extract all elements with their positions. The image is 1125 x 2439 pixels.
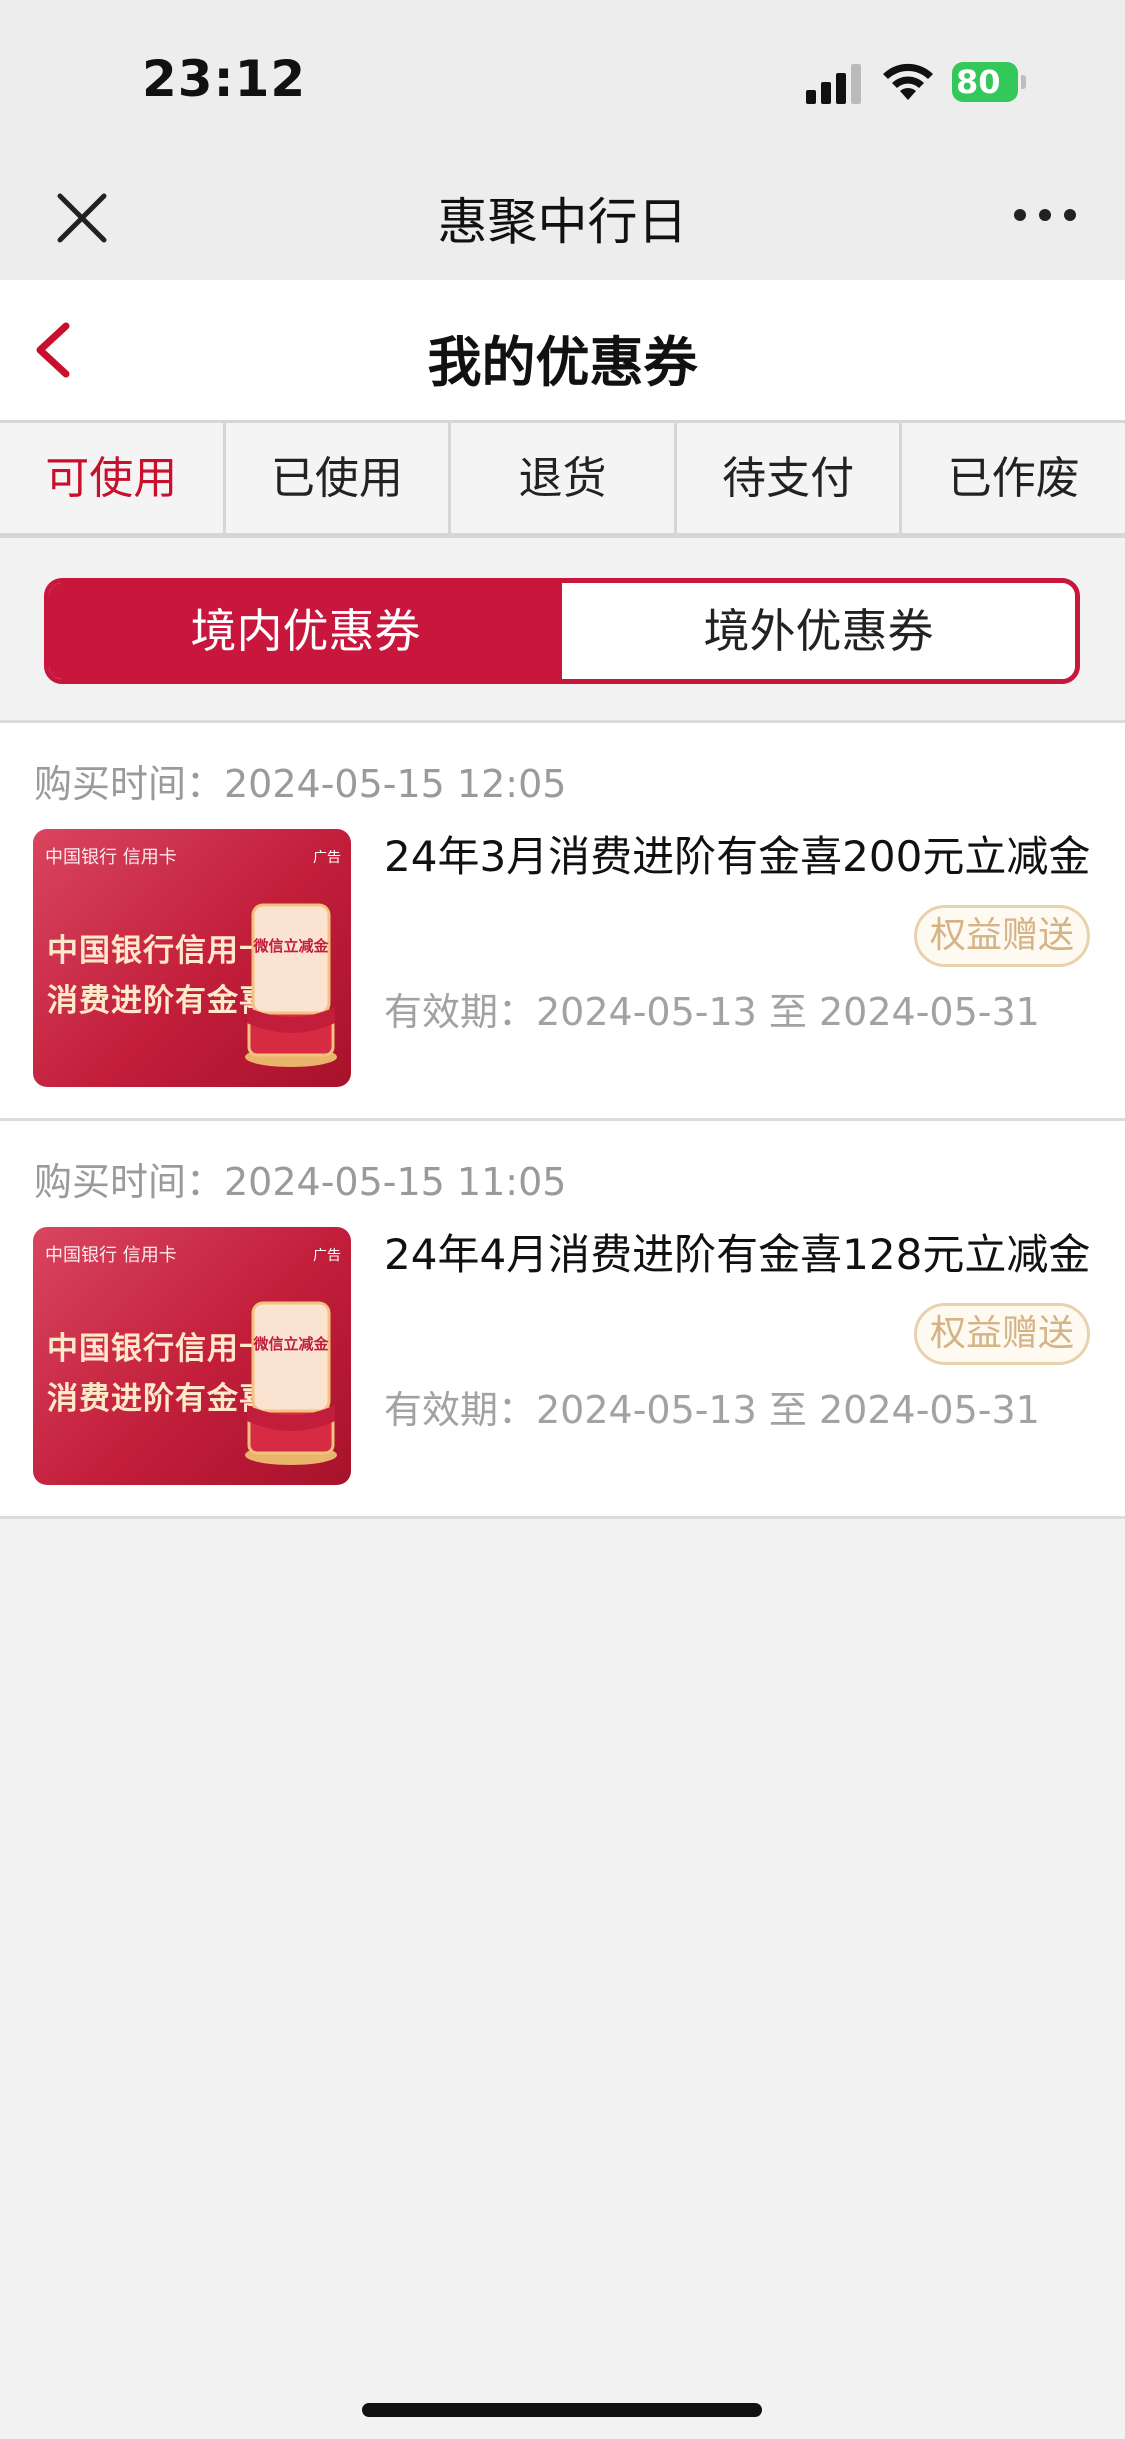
coupon-tag-badge: 权益赠送 (914, 1303, 1090, 1365)
purchase-time: 购买时间：2024-05-15 11:05 (34, 1160, 567, 1204)
thumbnail-headline: 中国银行信用卡 (47, 933, 271, 969)
coupon-thumbnail: 中国银行 信用卡 广告 中国银行信用卡 消费进阶有金喜 微信立减金 (33, 829, 351, 1087)
cellular-signal-icon (806, 64, 861, 104)
status-time: 23:12 (142, 50, 307, 108)
thumbnail-box-label: 微信立减金 (253, 937, 329, 955)
tab-pending-payment[interactable]: 待支付 (677, 423, 903, 533)
coupon-tag-badge: 权益赠送 (914, 905, 1090, 967)
mini-program-title: 惠聚中行日 (437, 193, 688, 251)
ad-label: 广告 (313, 850, 341, 866)
mini-program-nav-bar: 惠聚中行日 (0, 150, 1125, 280)
segment-domestic-coupons[interactable]: 境内优惠券 (49, 583, 562, 679)
thumbnail-box-label: 微信立减金 (253, 1335, 329, 1353)
coupon-title: 24年4月消费进阶有金喜128元立减金 (384, 1230, 1091, 1279)
validity-period: 有效期：2024-05-13 至 2024-05-31 (384, 1388, 1040, 1432)
page-title: 我的优惠券 (427, 331, 698, 394)
status-tabs: 可使用 已使用 退货 待支付 已作废 (0, 420, 1125, 538)
coupon-title: 24年3月消费进阶有金喜200元立减金 (384, 832, 1091, 881)
coupon-item[interactable]: 购买时间：2024-05-15 11:05 中国银行 信用卡 广告 中国银行信用… (0, 1118, 1125, 1519)
more-icon[interactable] (1010, 200, 1080, 230)
coupon-item[interactable]: 购买时间：2024-05-15 12:05 中国银行 信用卡 广告 中国银行信用… (0, 720, 1125, 1118)
tab-voided[interactable]: 已作废 (902, 423, 1125, 533)
purchase-time: 购买时间：2024-05-15 12:05 (34, 762, 567, 806)
region-segmented-control: 境内优惠券 境外优惠券 (44, 578, 1080, 684)
bank-logo: 中国银行 信用卡 (45, 1245, 177, 1266)
thumbnail-headline: 中国银行信用卡 (47, 1331, 271, 1367)
tab-returned[interactable]: 退货 (451, 423, 677, 533)
gift-box-icon (245, 1301, 337, 1465)
home-indicator (362, 2403, 762, 2417)
status-bar: 23:12 80 (0, 0, 1125, 150)
coupon-list: 购买时间：2024-05-15 12:05 中国银行 信用卡 广告 中国银行信用… (0, 720, 1125, 1519)
tab-used[interactable]: 已使用 (226, 423, 452, 533)
battery-level: 80 (956, 63, 1001, 101)
segment-overseas-coupons[interactable]: 境外优惠券 (562, 583, 1075, 679)
bank-logo: 中国银行 信用卡 (45, 847, 177, 868)
coupon-thumbnail: 中国银行 信用卡 广告 中国银行信用卡 消费进阶有金喜 微信立减金 (33, 1227, 351, 1485)
battery-icon: 80 (952, 62, 1028, 104)
thumbnail-subline: 消费进阶有金喜 (47, 983, 271, 1019)
validity-period: 有效期：2024-05-13 至 2024-05-31 (384, 990, 1040, 1034)
page-header: 我的优惠券 (0, 280, 1125, 420)
tab-available[interactable]: 可使用 (0, 423, 226, 533)
ad-label: 广告 (313, 1248, 341, 1264)
gift-box-icon (245, 903, 337, 1067)
thumbnail-subline: 消费进阶有金喜 (47, 1381, 271, 1417)
wifi-icon (883, 63, 933, 100)
